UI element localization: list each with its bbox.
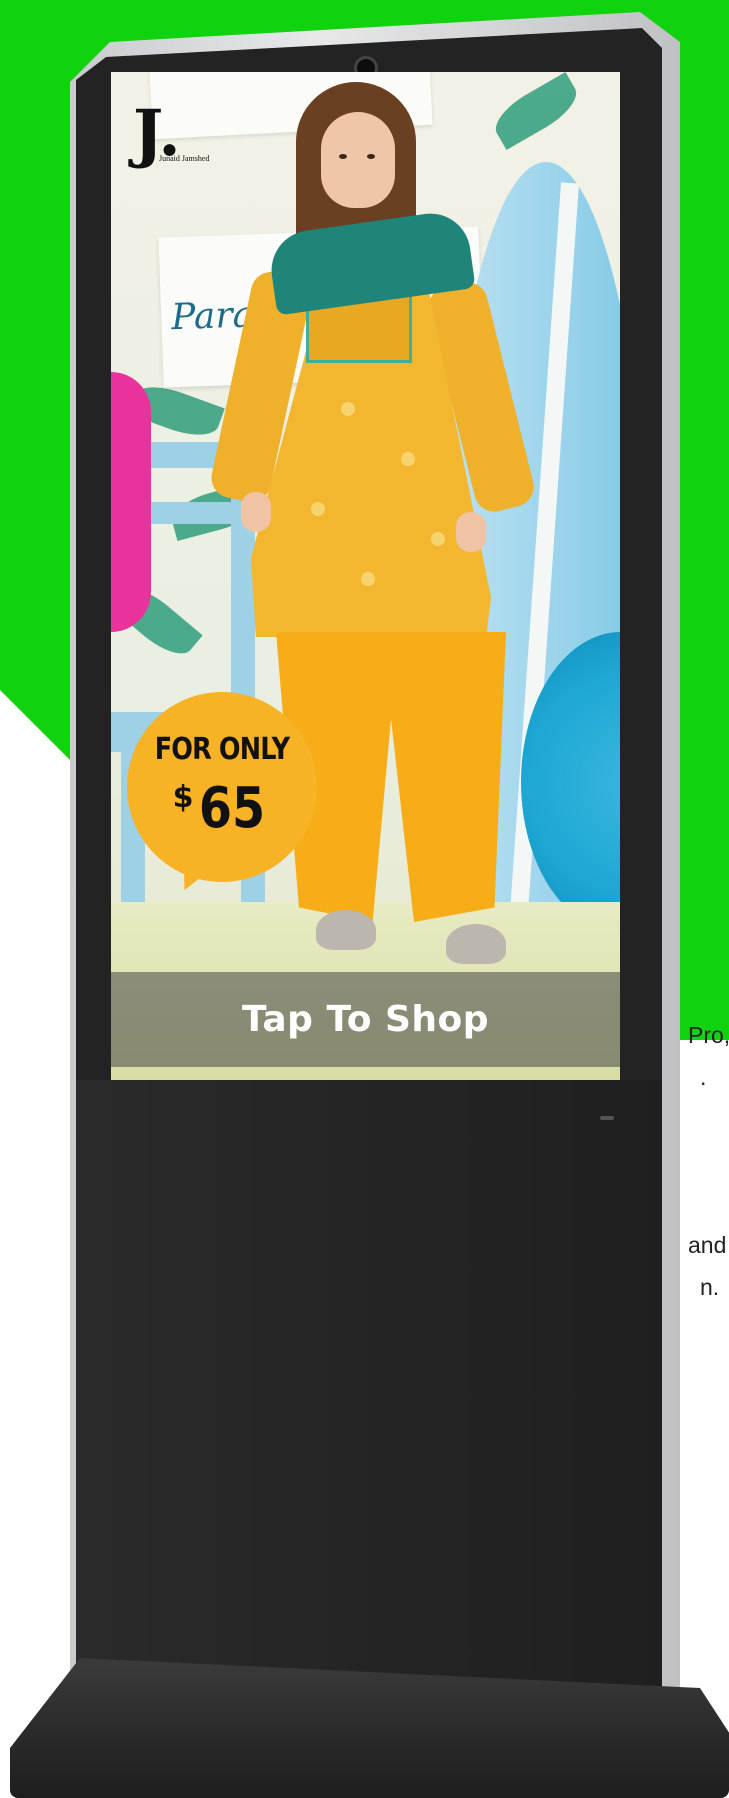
logo-name: Junaid Jamshed: [159, 154, 210, 163]
cropped-text-1: Pro,: [688, 1022, 729, 1048]
price-currency: $: [172, 780, 194, 815]
print-dot: [361, 572, 375, 586]
kiosk-lower-panel: [76, 1080, 662, 1722]
badge-price: $65: [127, 776, 317, 841]
sensor-indicator: [600, 1116, 614, 1120]
shoe-right: [446, 924, 506, 964]
price-badge: FOR ONLY $65: [127, 692, 317, 899]
model-hand-right: [456, 512, 486, 552]
model-hand-left: [241, 492, 271, 532]
model-face: [321, 112, 395, 208]
cropped-text-4: n.: [700, 1274, 720, 1300]
print-dot: [341, 402, 355, 416]
brand-logo: J. Junaid Jamshed: [133, 102, 213, 166]
kiosk-screen[interactable]: Paradise J. Junaid Jamshed FOR ONLY: [111, 72, 620, 1080]
print-dot: [311, 502, 325, 516]
tap-to-shop-button[interactable]: Tap To Shop: [111, 972, 620, 1067]
price-amount: 65: [199, 776, 266, 841]
tap-to-shop-label: Tap To Shop: [241, 999, 490, 1040]
cropped-text-2: .: [700, 1064, 707, 1090]
badge-label: FOR ONLY: [154, 732, 290, 767]
print-dot: [431, 532, 445, 546]
print-dot: [401, 452, 415, 466]
shoe-left: [316, 910, 376, 950]
cropped-text-3: and: [688, 1232, 727, 1258]
